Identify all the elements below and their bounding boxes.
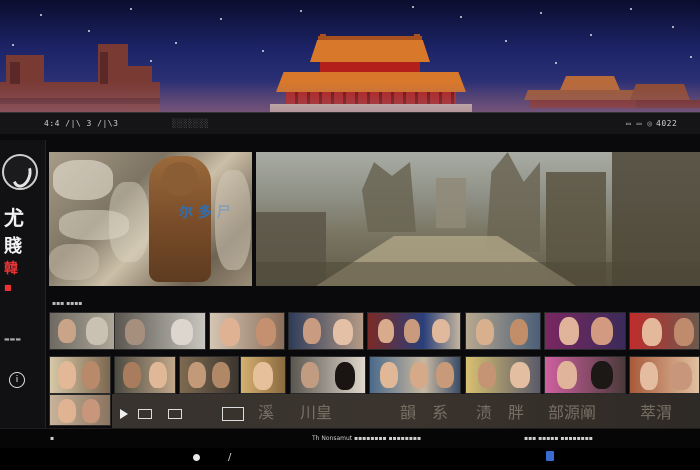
overlay-char: 系 <box>432 403 449 422</box>
back-icon[interactable]: / <box>228 452 231 463</box>
overlay-char: 部源阐 <box>548 403 597 422</box>
overlay-char: 萃渭 <box>640 403 673 422</box>
featured-video-left[interactable]: 尔 多 尸 <box>49 152 252 286</box>
status-icons: ▭ ▭ ◎ <box>626 119 653 128</box>
window-title: 4:4 /|\ 3 /|\3 <box>44 119 119 128</box>
home-icon[interactable] <box>193 454 200 461</box>
video-thumbnail[interactable] <box>544 356 626 394</box>
title-bar: 4:4 /|\ 3 /|\3 ░░░░░░░ ▭ ▭ ◎ 4022 <box>0 112 700 134</box>
screen: 4:4 /|\ 3 /|\3 ░░░░░░░ ▭ ▭ ◎ 4022 尤 賤 韓 … <box>0 0 700 470</box>
status-right-text: ▪▪▪ ▪▪▪▪▪ ▪▪▪▪▪▪▪▪ <box>524 435 593 442</box>
section-label: ▪▪▪ ▪▪▪▪ <box>52 300 83 307</box>
sidebar-small-label: ▬▬▬ <box>4 336 22 343</box>
video-thumbnail[interactable] <box>114 356 176 394</box>
play-icon[interactable] <box>120 409 128 419</box>
sidebar-red-mark: ■ <box>4 282 12 292</box>
video-thumbnail[interactable] <box>209 312 285 350</box>
video-thumbnail[interactable] <box>629 312 700 350</box>
sidebar-item-3[interactable]: 韓 <box>4 258 18 278</box>
app-logo-icon[interactable] <box>2 154 38 190</box>
video-thumbnail[interactable] <box>114 312 206 350</box>
status-center-text: Th Nonsamut ▪▪▪▪▪▪▪▪ ▪▪▪▪▪▪▪▪ <box>312 435 422 442</box>
header-banner <box>0 0 700 112</box>
video-thumbnail[interactable] <box>49 394 111 426</box>
settings-icon[interactable] <box>222 407 244 421</box>
overlay-char: 渍 <box>476 403 493 422</box>
sidebar: 尤 賤 韓 ■ ▬▬▬ i <box>0 140 46 470</box>
overlay-char: 韻 <box>400 403 417 422</box>
info-button[interactable]: i <box>9 372 25 388</box>
video-thumbnail[interactable] <box>465 356 541 394</box>
video-thumbnail[interactable] <box>465 312 541 350</box>
mini-player <box>112 395 244 431</box>
video-thumbnail[interactable] <box>179 356 239 394</box>
featured-video-right[interactable] <box>256 152 700 286</box>
navigation-bar: / <box>0 448 700 470</box>
sidebar-item-1[interactable]: 尤 <box>4 202 24 231</box>
status-marker: ▪ <box>50 435 55 442</box>
video-thumbnail[interactable] <box>367 312 461 350</box>
fullscreen-icon[interactable] <box>168 409 182 419</box>
video-thumbnail[interactable] <box>544 312 626 350</box>
status-number: 4022 <box>656 119 678 128</box>
overlay-char: 川皇 <box>300 403 333 422</box>
window-subtitle: ░░░░░░░ <box>172 119 210 128</box>
caption-icon[interactable] <box>138 409 152 419</box>
sidebar-item-2[interactable]: 賤 <box>4 232 22 258</box>
media-app-window: 4:4 /|\ 3 /|\3 ░░░░░░░ ▭ ▭ ◎ 4022 尤 賤 韓 … <box>0 112 700 470</box>
overlay-char: 胖 <box>508 403 525 422</box>
video-thumbnail[interactable] <box>629 356 700 394</box>
video-thumbnail[interactable] <box>288 312 364 350</box>
video-thumbnail[interactable] <box>49 356 111 394</box>
video-thumbnail[interactable] <box>240 356 286 394</box>
video-thumbnail[interactable] <box>290 356 366 394</box>
document-icon[interactable] <box>546 451 554 461</box>
video-thumbnail[interactable] <box>369 356 461 394</box>
status-bar: ▪ Th Nonsamut ▪▪▪▪▪▪▪▪ ▪▪▪▪▪▪▪▪ ▪▪▪ ▪▪▪▪… <box>0 428 700 448</box>
overlay-char: 溪 <box>258 403 275 422</box>
